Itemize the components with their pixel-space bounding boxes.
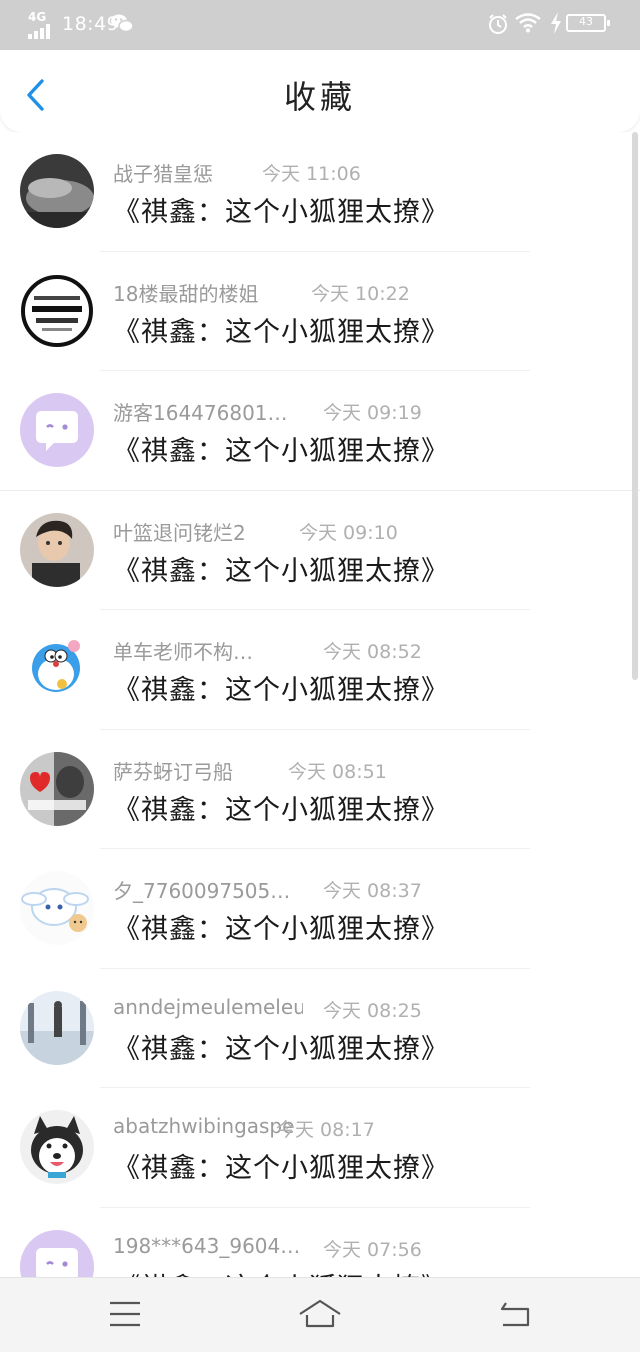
favorite-title: 《祺鑫：这个小狐狸太撩》 [113,1266,449,1278]
favorite-item[interactable]: 游客164476801… 今天 09:19 《祺鑫：这个小狐狸太撩》 [0,371,640,491]
menu-button[interactable] [100,1292,150,1336]
user-name: 198***643_9604… [113,1233,301,1258]
favorite-title: 《祺鑫：这个小狐狸太撩》 [113,914,449,945]
timestamp: 今天 08:25 [323,999,422,1022]
timestamp: 今天 10:22 [311,282,410,305]
alarm-icon [487,13,509,39]
back-system-button[interactable] [490,1292,540,1336]
favorite-title: 《祺鑫：这个小狐狸太撩》 [113,197,449,228]
favorite-title: 《祺鑫：这个小狐狸太撩》 [113,555,449,587]
wifi-icon [515,13,541,37]
battery-icon: 43 [566,14,610,32]
timestamp: 今天 09:10 [299,521,398,544]
favorite-item[interactable]: 198***643_9604… 今天 07:56 《祺鑫：这个小狐狸太撩》 [0,1208,640,1278]
wechat-icon [110,11,134,39]
timestamp: 今天 08:51 [288,760,387,783]
timestamp: 今天 08:17 [276,1119,375,1141]
battery-level: 43 [579,15,593,28]
system-nav-bar [0,1277,640,1352]
favorite-title: 《祺鑫：这个小狐狸太撩》 [113,794,449,826]
avatar[interactable] [20,751,94,826]
user-name: 叶篮退问铑烂2 [113,520,246,545]
user-name: 单车老师不构… [113,640,253,664]
menu-icon [110,1301,140,1327]
timestamp: 今天 07:56 [323,1238,422,1261]
home-icon [299,1299,341,1328]
favorite-item[interactable]: 萨芬蚜订弓船 今天 08:51 《祺鑫：这个小狐狸太撩》 [0,730,640,849]
timestamp: 今天 08:37 [323,880,422,902]
user-name: 夕_7760097505… [113,879,291,903]
avatar[interactable] [20,393,94,467]
avatar[interactable] [20,512,94,587]
timestamp: 今天 11:06 [262,163,361,185]
timestamp: 今天 09:19 [323,402,422,424]
favorite-item[interactable]: 单车老师不构… 今天 08:52 《祺鑫：这个小狐狸太撩》 [0,610,640,730]
favorite-title: 《祺鑫：这个小狐狸太撩》 [113,1153,449,1184]
favorites-list[interactable]: 战子猎皇惩 今天 11:06 《祺鑫：这个小狐狸太撩》 18楼最甜的楼姐 今天 10:2… [0,132,640,1277]
avatar[interactable] [20,990,94,1065]
avatar[interactable] [20,871,94,945]
favorite-title: 《祺鑫：这个小狐狸太撩》 [113,316,449,348]
user-name: 游客164476801… [113,401,288,425]
favorite-item[interactable]: 战子猎皇惩 今天 11:06 《祺鑫：这个小狐狸太撩》 [0,132,640,252]
return-icon [500,1302,530,1327]
favorite-item[interactable]: 18楼最甜的楼姐 今天 10:22 《祺鑫：这个小狐狸太撩》 [0,252,640,371]
status-bar: 4G 18:49 43 [0,0,640,50]
favorite-title: 《祺鑫：这个小狐狸太撩》 [113,675,449,706]
signal-icon: 4G [28,10,56,39]
favorite-title: 《祺鑫：这个小狐狸太撩》 [113,1033,449,1065]
user-name: 18楼最甜的楼姐 [113,281,259,306]
user-name: 萨芬蚜订弓船 [113,759,233,784]
avatar[interactable] [20,273,94,348]
timestamp: 今天 08:52 [323,641,422,663]
avatar[interactable] [20,154,94,228]
favorite-item[interactable]: 夕_7760097505… 今天 08:37 《祺鑫：这个小狐狸太撩》 [0,849,640,969]
favorite-item[interactable]: 叶篮退问铑烂2 今天 09:10 《祺鑫：这个小狐狸太撩》 [0,491,640,610]
favorite-title: 《祺鑫：这个小狐狸太撩》 [113,436,449,467]
scrollbar[interactable] [632,132,638,680]
home-button[interactable] [295,1292,345,1336]
page-title: 收藏 [283,78,356,116]
avatar[interactable] [20,1110,94,1184]
charging-icon [550,12,562,38]
user-name: anndejmeulemeleu… [113,994,303,1019]
avatar[interactable] [20,1229,94,1277]
header: 收藏 [0,50,640,132]
favorite-item[interactable]: anndejmeulemeleu… 今天 08:25 《祺鑫：这个小狐狸太撩》 [0,969,640,1088]
avatar[interactable] [20,632,94,706]
favorite-item[interactable]: abatzhwibingaspe 今天 08:17 《祺鑫：这个小狐狸太撩》 [0,1088,640,1208]
network-type: 4G [28,10,47,24]
user-name: 战子猎皇惩 [113,162,213,186]
user-name: abatzhwibingaspe [113,1114,295,1138]
